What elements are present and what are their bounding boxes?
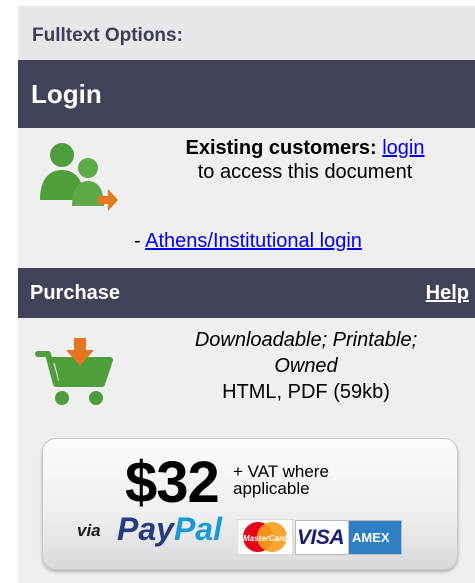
amex-text: AMEX — [352, 530, 390, 545]
existing-customers-label: Existing customers: — [185, 137, 377, 159]
paypal-pay: Pay — [117, 511, 174, 547]
mastercard-icon: MasterCard — [237, 519, 293, 555]
athens-prefix: - — [134, 230, 146, 252]
visa-icon: VISA — [295, 520, 349, 555]
users-icon — [40, 143, 118, 211]
paypal-purchase-button[interactable]: $32 + VAT where applicable via PayPal Ma… — [42, 438, 458, 570]
login-section-header: Login — [18, 60, 475, 128]
help-link[interactable]: Help — [426, 282, 469, 305]
athens-institutional-login-link[interactable]: Athens/Institutional login — [145, 230, 362, 252]
mastercard-text: MasterCard — [243, 534, 288, 543]
via-label: via — [77, 521, 101, 540]
fulltext-options-title: Fulltext Options: — [32, 25, 183, 46]
paypal-pal: Pal — [173, 511, 222, 547]
vat-line-2: applicable — [233, 479, 310, 498]
file-info: HTML, PDF (59kb) — [222, 381, 390, 403]
purchase-details: Downloadable; Printable; Owned HTML, PDF… — [156, 327, 456, 405]
amex-icon: AMEX — [348, 520, 402, 555]
login-message: Existing customers: login to access this… — [150, 136, 460, 184]
vat-line-1: + VAT where — [233, 462, 329, 481]
fulltext-options-panel: Fulltext Options: Login Existing custome… — [18, 6, 475, 583]
fulltext-options-header: Fulltext Options: — [18, 6, 475, 60]
login-title: Login — [31, 79, 102, 109]
format-line-1: Downloadable; Printable; — [194, 329, 418, 351]
athens-login-row: - Athens/Institutional login — [134, 230, 362, 253]
login-link[interactable]: login — [382, 137, 424, 159]
price: $32 — [125, 450, 220, 515]
vat-note: + VAT where applicable — [233, 463, 373, 497]
paypal-logo: PayPal — [117, 511, 222, 548]
purchase-title: Purchase — [30, 282, 121, 304]
visa-text: VISA — [297, 526, 345, 549]
purchase-section-header: Purchase Help — [18, 268, 475, 318]
format-line-2: Owned — [274, 355, 338, 377]
access-document-text: to access this document — [197, 161, 413, 183]
shopping-cart-icon — [35, 338, 113, 405]
